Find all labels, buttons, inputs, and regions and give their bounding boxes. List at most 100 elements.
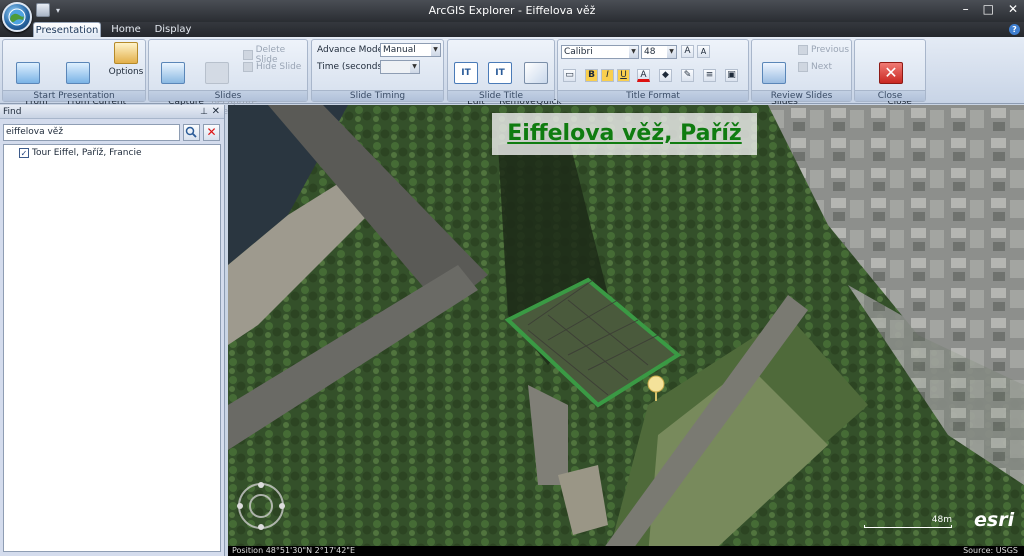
fill-color-icon[interactable]: ◆: [659, 69, 672, 82]
quick-styles-icon: [524, 62, 548, 84]
slideshow-current-icon: [66, 62, 90, 84]
group-caption-slides: Slides: [149, 90, 307, 101]
delete-slide-icon: [243, 50, 253, 60]
tab-home[interactable]: Home: [104, 22, 148, 37]
tab-display[interactable]: Display: [150, 22, 196, 37]
group-close: ✕ Close Presentation Tab Close: [854, 39, 932, 117]
hide-slide-icon: [243, 62, 253, 72]
result-label: Tour Eiffel, Paříž, Francie: [32, 148, 142, 158]
shrink-font-button[interactable]: A: [697, 45, 710, 58]
group-review-slides: Slides Window Previous Next Review Slide…: [751, 39, 852, 117]
help-icon[interactable]: ?: [1009, 24, 1020, 35]
minimize-icon[interactable]: –: [963, 2, 969, 16]
pin-icon[interactable]: ⊥: [200, 105, 208, 119]
group-title-format: Calibri ▼ 48 ▼ A A ▭ B I U A ◆ ✎ ≡ ▣ Tit…: [557, 39, 749, 102]
find-pane: Find ⊥ ✕ eiffelova věž ✕ ✓ Tour Eiffel, …: [0, 105, 225, 556]
application-button[interactable]: [2, 2, 32, 32]
line-color-icon[interactable]: ✎: [681, 69, 694, 82]
group-start-presentation: From Beginning From Current Slide Option…: [2, 39, 146, 117]
next-arrow-icon: [798, 62, 808, 72]
advance-mode-value: Manual: [383, 45, 416, 55]
time-seconds-select[interactable]: ▼: [380, 60, 420, 74]
group-caption-start-presentation: Start Presentation: [3, 90, 145, 101]
slides-window-icon: [762, 62, 786, 84]
chevron-down-icon: ▼: [667, 46, 676, 58]
close-window-icon[interactable]: ✕: [1008, 2, 1018, 16]
hide-slide-button[interactable]: Hide Slide: [243, 62, 301, 72]
scale-bar: 48m: [864, 515, 952, 529]
group-slides: Capture New Slide Recapture Slide Delete…: [148, 39, 308, 117]
italic-button[interactable]: I: [601, 69, 614, 82]
underline-label: U: [620, 70, 627, 80]
slide-title-overlay[interactable]: Eiffelova věž, Paříž: [492, 113, 757, 155]
scale-bar-label: 48m: [931, 515, 952, 525]
search-input[interactable]: eiffelova věž: [3, 124, 180, 141]
font-size-select[interactable]: 48 ▼: [641, 45, 677, 59]
font-family-select[interactable]: Calibri ▼: [561, 45, 639, 59]
group-slide-timing: Advance Mode: Manual ▼ Time (seconds): ▼…: [311, 39, 444, 102]
line-style-icon[interactable]: ≡: [703, 69, 716, 82]
group-caption-close: Close: [855, 90, 925, 101]
grow-font-button[interactable]: A: [681, 45, 694, 58]
edit-text-icon: IT: [454, 62, 478, 84]
time-seconds-label: Time (seconds):: [317, 62, 389, 72]
group-caption-slide-timing: Slide Timing: [312, 90, 443, 101]
group-slide-title: IT Edit Text IT Remove Title Quick Style…: [447, 39, 562, 117]
close-pane-icon[interactable]: ✕: [212, 105, 220, 119]
search-results-list: ✓ Tour Eiffel, Paříž, Francie: [3, 144, 221, 552]
globe-icon: [8, 8, 26, 26]
find-pane-header: Find ⊥ ✕: [0, 105, 224, 119]
options-icon: [114, 42, 138, 64]
underline-button[interactable]: U: [617, 69, 630, 82]
next-label: Next: [811, 62, 832, 72]
text-box-style-button[interactable]: ▭: [563, 69, 576, 82]
hide-slide-label: Hide Slide: [256, 62, 302, 72]
group-caption-slide-title: Slide Title: [448, 90, 554, 101]
group-caption-review-slides: Review Slides: [752, 90, 851, 101]
window-title: ArcGIS Explorer - Eiffelova věž: [428, 4, 596, 17]
clear-search-button[interactable]: ✕: [203, 124, 220, 141]
group-caption-title-format: Title Format: [558, 90, 748, 101]
slideshow-icon: [16, 62, 40, 84]
find-pane-title: Find: [3, 107, 22, 117]
remove-title-icon: IT: [488, 62, 512, 84]
ribbon: From Beginning From Current Slide Option…: [0, 37, 1024, 117]
previous-arrow-icon: [798, 45, 808, 55]
location-pin-icon[interactable]: [646, 375, 666, 401]
options-button[interactable]: Options: [107, 42, 145, 77]
imagery-source: Source: USGS: [963, 546, 1018, 555]
tab-presentation[interactable]: Presentation: [33, 22, 101, 37]
previous-label: Previous: [811, 45, 850, 55]
search-button[interactable]: [183, 124, 200, 141]
arcgis-explorer-window: { "window": {"title": "ArcGIS Explorer -…: [0, 0, 1024, 556]
maximize-icon[interactable]: □: [983, 2, 994, 16]
recapture-slide-icon: [205, 62, 229, 84]
font-family-value: Calibri: [564, 47, 593, 57]
esri-logo: esri: [974, 509, 1015, 531]
scale-bar-line: [864, 525, 952, 528]
position-readout: Position 48°51'30"N 2°17'42"E: [232, 546, 356, 555]
map-view[interactable]: Eiffelova věž, Paříž 48m esri Position 4…: [228, 105, 1024, 556]
font-size-value: 48: [644, 47, 656, 57]
result-checkbox[interactable]: ✓: [19, 148, 29, 158]
chevron-down-icon: ▼: [431, 44, 440, 56]
bold-button[interactable]: B: [585, 69, 598, 82]
list-item[interactable]: ✓ Tour Eiffel, Paříž, Francie: [19, 148, 142, 158]
window-controls: – □ ✕: [963, 2, 1018, 16]
chevron-down-icon: ▼: [410, 61, 419, 73]
advance-mode-select[interactable]: Manual ▼: [380, 43, 441, 57]
title-bar: ▾ ArcGIS Explorer - Eiffelova věž – □ ✕: [0, 0, 1024, 22]
chevron-down-icon: ▼: [629, 46, 638, 58]
options-label: Options: [108, 67, 144, 77]
satellite-imagery: [228, 105, 1024, 556]
navigation-control-icon[interactable]: [236, 481, 286, 531]
capture-slide-icon: [161, 62, 185, 84]
close-icon: ✕: [879, 62, 903, 84]
shadow-effects-icon[interactable]: ▣: [725, 69, 738, 82]
next-slide-button[interactable]: Next: [798, 62, 832, 72]
status-bar: Position 48°51'30"N 2°17'42"E Source: US…: [228, 546, 1024, 556]
bold-label: B: [588, 70, 595, 80]
previous-slide-button[interactable]: Previous: [798, 45, 849, 55]
font-color-button[interactable]: A: [637, 69, 650, 82]
advance-mode-label: Advance Mode:: [317, 45, 387, 55]
